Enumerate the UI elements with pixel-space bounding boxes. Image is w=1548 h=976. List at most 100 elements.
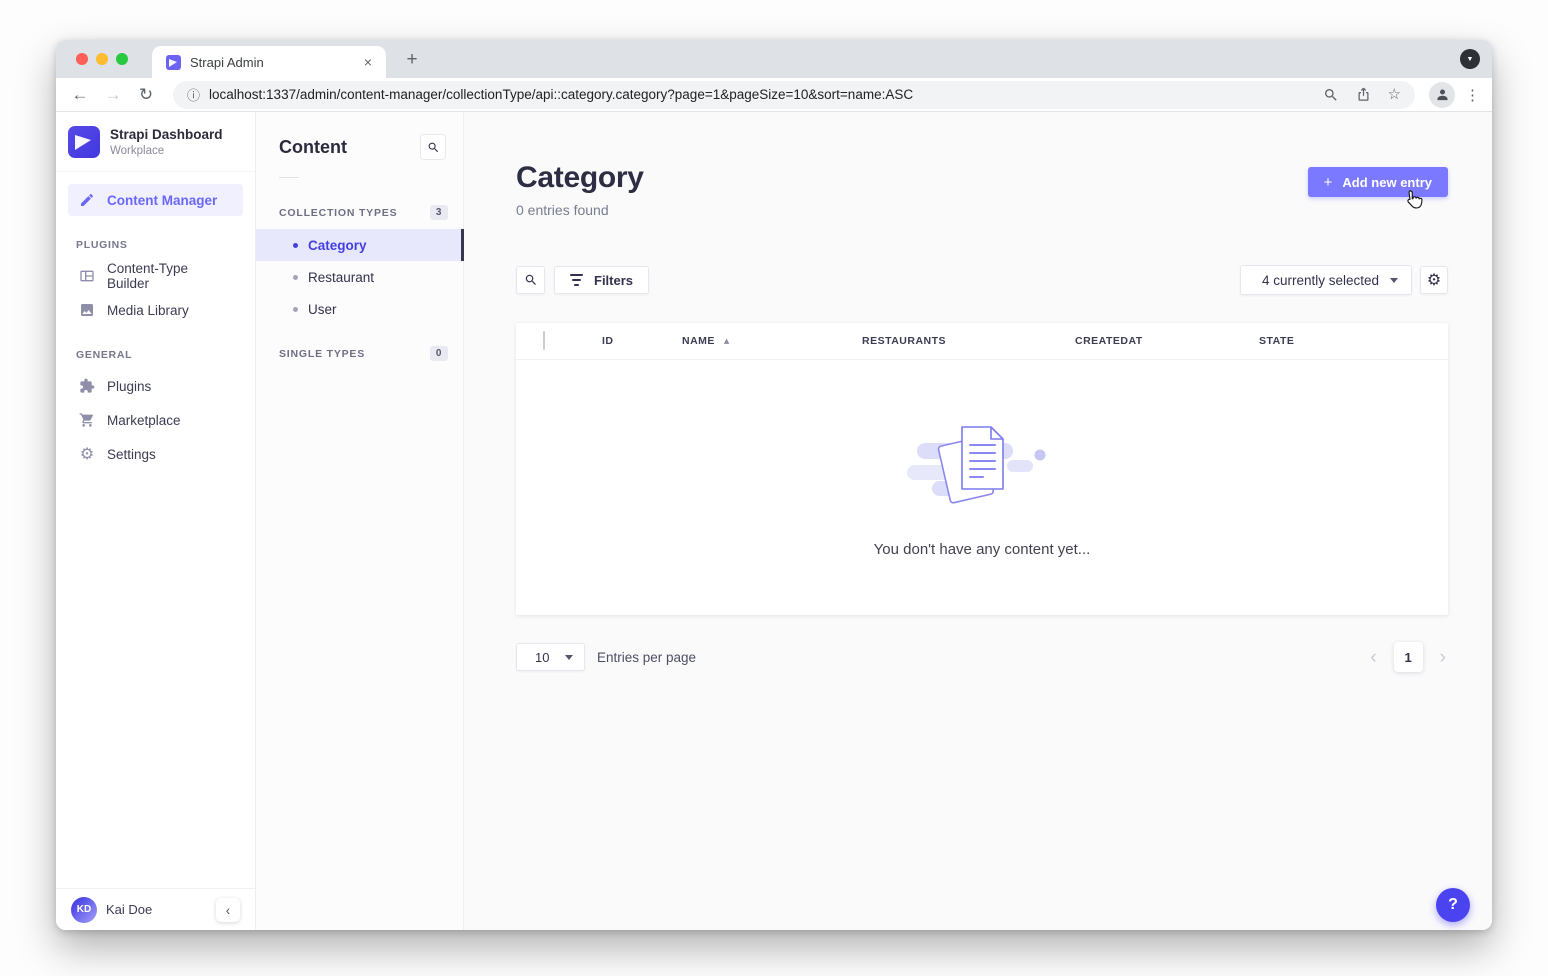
browser-toolbar: ← → ↻ ⓘ localhost:1337/admin/content-man… (56, 78, 1492, 112)
zoom-icon[interactable] (1323, 87, 1339, 103)
columns-selected-dropdown[interactable]: 4 currently selected (1240, 265, 1412, 295)
pencil-icon (78, 191, 96, 209)
entries-per-page-label: Entries per page (597, 650, 696, 665)
page-number-button[interactable]: 1 (1394, 642, 1423, 672)
zoom-window-button[interactable] (116, 53, 128, 65)
select-all-checkbox[interactable] (543, 331, 545, 350)
user-name[interactable]: Kai Doe (106, 902, 152, 917)
sidebar-item-label: Media Library (107, 303, 189, 318)
minimize-window-button[interactable] (96, 53, 108, 65)
bookmark-star-icon[interactable]: ☆ (1388, 87, 1401, 102)
entries-table: ID NAME ▲ RESTAURANTS CREATEDAT STATE (516, 323, 1448, 615)
table-header-row: ID NAME ▲ RESTAURANTS CREATEDAT STATE (516, 323, 1448, 360)
columns-selected-label: 4 currently selected (1262, 273, 1379, 288)
previous-page-button[interactable]: ‹ (1368, 648, 1378, 667)
tab-close-icon[interactable]: × (360, 52, 376, 72)
sidebar-item-label: Settings (107, 447, 156, 462)
strapi-favicon-icon (166, 55, 181, 70)
empty-documents-illustration (907, 415, 1057, 515)
sidebar-item-marketplace[interactable]: Marketplace (68, 404, 243, 436)
chevron-down-icon (1390, 278, 1398, 283)
traffic-lights (76, 53, 128, 65)
tab-strip: Strapi Admin × + ▼ (56, 40, 1492, 78)
column-header-name[interactable]: NAME ▲ (682, 335, 862, 347)
back-button[interactable]: ← (68, 83, 92, 107)
sidebar-item-label: Content-Type Builder (107, 261, 233, 291)
main-sidebar: Strapi Dashboard Workplace Content Manag… (56, 112, 256, 930)
browser-window: Strapi Admin × + ▼ ← → ↻ ⓘ localhost:133… (56, 40, 1492, 930)
sidebar-item-label: Marketplace (107, 413, 181, 428)
sidebar-item-label: Plugins (107, 379, 151, 394)
share-icon[interactable] (1356, 86, 1371, 103)
collection-types-label: COLLECTION TYPES (279, 207, 397, 219)
browser-tab[interactable]: Strapi Admin × (152, 46, 386, 78)
strapi-logo-icon (68, 126, 100, 158)
column-header-id[interactable]: ID (602, 335, 682, 347)
sort-asc-icon: ▲ (724, 337, 730, 345)
close-window-button[interactable] (76, 53, 88, 65)
filter-icon (570, 274, 583, 286)
new-tab-button[interactable]: + (400, 48, 424, 72)
layout-grid-icon (78, 267, 96, 285)
collection-types-count-badge: 3 (430, 205, 448, 220)
sidebar-item-label: Content Manager (107, 193, 217, 208)
pagination-bar: 10 Entries per page ‹ 1 › (516, 642, 1448, 672)
collapse-sidebar-button[interactable]: ‹ (216, 898, 240, 922)
empty-state: You don't have any content yet... (516, 360, 1448, 558)
plugins-section-label: PLUGINS (56, 218, 255, 258)
entries-count: 0 entries found (516, 202, 644, 218)
sidebar-item-media-library[interactable]: Media Library (68, 294, 243, 326)
page-size-dropdown[interactable]: 10 (516, 643, 585, 671)
column-header-state[interactable]: STATE (1259, 335, 1448, 347)
subnav-item-user[interactable]: User (256, 293, 463, 325)
add-new-entry-button[interactable]: + Add new entry (1308, 167, 1448, 197)
subnav-item-label: User (308, 302, 337, 317)
user-avatar[interactable]: KD (71, 897, 97, 923)
sidebar-item-content-type-builder[interactable]: Content-Type Builder (68, 260, 243, 292)
empty-state-text: You don't have any content yet... (874, 541, 1091, 558)
filters-button[interactable]: Filters (554, 266, 649, 294)
browser-menu-icon[interactable]: ⋮ (1465, 86, 1480, 104)
bullet-icon (293, 243, 298, 248)
table-settings-button[interactable]: ⚙ (1420, 266, 1448, 294)
site-info-icon[interactable]: ⓘ (187, 85, 200, 104)
page-title: Category (516, 161, 644, 195)
sidebar-footer: KD Kai Doe ‹ (56, 888, 255, 930)
chevron-down-icon (565, 655, 573, 660)
omnibox-icons: ☆ (1313, 86, 1401, 103)
tab-title: Strapi Admin (190, 55, 360, 70)
workspace-brand[interactable]: Strapi Dashboard Workplace (56, 112, 255, 172)
forward-button: → (101, 83, 125, 107)
page-size-value: 10 (535, 650, 549, 665)
content-subnav: Content COLLECTION TYPES 3 Category Rest… (256, 112, 464, 930)
subnav-item-category[interactable]: Category (256, 229, 463, 261)
gear-icon: ⚙ (78, 445, 96, 463)
subnav-item-restaurant[interactable]: Restaurant (256, 261, 463, 293)
sidebar-item-content-manager[interactable]: Content Manager (68, 184, 243, 216)
column-header-restaurants[interactable]: RESTAURANTS (862, 335, 1075, 347)
address-bar[interactable]: ⓘ localhost:1337/admin/content-manager/c… (173, 81, 1415, 109)
next-page-button[interactable]: › (1438, 648, 1448, 667)
single-types-label: SINGLE TYPES (279, 348, 365, 360)
url-text[interactable]: localhost:1337/admin/content-manager/col… (209, 87, 913, 102)
bullet-icon (293, 275, 298, 280)
general-section-label: GENERAL (56, 328, 255, 368)
table-search-button[interactable] (516, 266, 545, 294)
subnav-search-button[interactable] (420, 134, 446, 160)
subnav-item-label: Restaurant (308, 270, 374, 285)
sidebar-item-settings[interactable]: ⚙ Settings (68, 438, 243, 470)
filters-label: Filters (594, 273, 633, 288)
cart-icon (78, 411, 96, 429)
puzzle-icon (78, 377, 96, 395)
single-types-count-badge: 0 (430, 346, 448, 361)
help-button[interactable]: ? (1436, 888, 1470, 922)
sidebar-item-plugins[interactable]: Plugins (68, 370, 243, 402)
workspace-title: Strapi Dashboard (110, 127, 223, 144)
browser-profile-avatar[interactable] (1429, 82, 1455, 108)
add-new-entry-label: Add new entry (1342, 175, 1432, 190)
column-header-createdat[interactable]: CREATEDAT (1075, 335, 1259, 347)
record-indicator-icon[interactable]: ▼ (1460, 49, 1480, 69)
image-icon (78, 301, 96, 319)
reload-button[interactable]: ↻ (134, 83, 158, 107)
plus-icon: + (1324, 174, 1333, 191)
